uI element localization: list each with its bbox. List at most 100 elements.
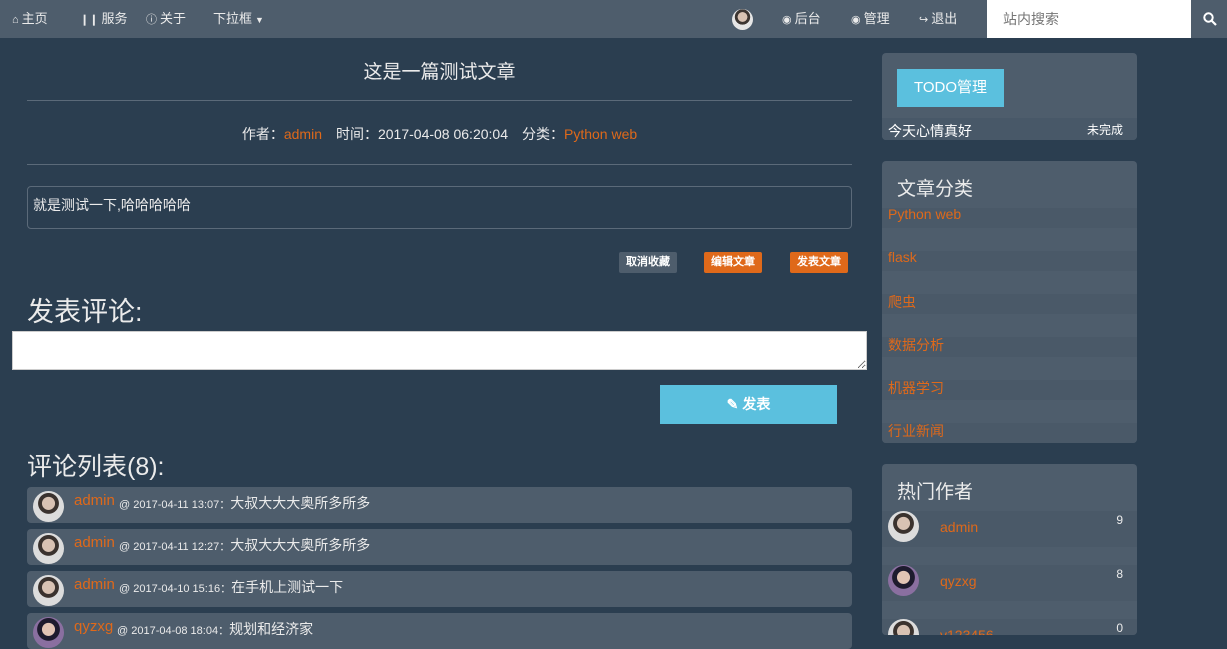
user-circle-icon: ◉ (782, 14, 792, 26)
author-post-count: 8 (1116, 567, 1123, 581)
author-post-count: 9 (1116, 513, 1123, 527)
comment-text: 大叔大大大奥所多所多 (230, 495, 371, 511)
divider (27, 100, 852, 101)
category-item-label: Python web (888, 206, 962, 222)
divider (27, 164, 852, 165)
caret-down-icon: ▼ (255, 15, 264, 25)
category-item[interactable]: 数据分析 (882, 337, 1137, 357)
todo-item[interactable]: 今天心情真好 未完成 (882, 118, 1137, 140)
comment-item: admin @ 2017-04-11 12:27：大叔大大大奥所多所多 (27, 529, 852, 565)
comment-item: admin @ 2017-04-10 15:16：在手机上测试一下 (27, 571, 852, 607)
todo-manage-button[interactable]: TODO管理 (897, 69, 1004, 107)
comment-body: @ 2017-04-10 15:16：在手机上测试一下 (119, 577, 343, 597)
article-title: 这是一篇测试文章 (363, 62, 516, 83)
category-item-label: 机器学习 (888, 380, 944, 396)
category-item-label: 爬虫 (888, 294, 916, 310)
comment-body: @ 2017-04-11 12:27：大叔大大大奥所多所多 (119, 535, 370, 555)
comment-meta: @ 2017-04-11 13:07： (119, 499, 231, 511)
hot-authors-heading: 热门作者 (897, 482, 974, 503)
category-item[interactable]: flask (882, 249, 1137, 271)
publish-article-button[interactable]: 发表文章 (790, 252, 848, 273)
category-heading: 文章分类 (897, 179, 974, 200)
comment-user[interactable]: admin (74, 576, 115, 593)
category-item-label: flask (888, 249, 917, 265)
article-content: 就是测试一下,哈哈哈哈哈 (27, 186, 852, 229)
category-item[interactable]: 爬虫 (882, 294, 1137, 314)
category-label: 分类： (521, 126, 564, 142)
author-link[interactable]: admin (284, 126, 322, 142)
comment-form-heading: 发表评论: (27, 297, 143, 327)
hot-authors-panel: 热门作者 admin 9 qyzxg 8 y123456 0 (882, 464, 1137, 635)
submit-comment-button[interactable]: ✎ 发表 (660, 385, 837, 424)
author-item[interactable]: qyzxg 8 (882, 565, 1137, 601)
user-avatar[interactable] (732, 9, 753, 30)
pencil-icon: ✎ (726, 396, 739, 412)
search-input[interactable] (987, 0, 1191, 38)
top-navbar: ⌂ 主页 ❙❙ 服务 ⓘ 关于 下拉框 ▼ ◉ 后台 ◉ 管理 ↪ 退出 (0, 0, 1227, 38)
category-item[interactable]: 机器学习 (882, 380, 1137, 400)
submit-comment-label: 发表 (742, 396, 771, 412)
comment-meta: @ 2017-04-08 18:04： (117, 625, 230, 637)
nav-logout[interactable]: ↪ 退出 (919, 0, 957, 38)
comment-meta: @ 2017-04-11 12:27： (119, 541, 231, 553)
home-icon: ⌂ (12, 14, 19, 26)
avatar (33, 533, 64, 564)
author-label: 作者： (241, 126, 284, 142)
comment-textarea[interactable] (12, 331, 867, 370)
nav-home[interactable]: ⌂ 主页 (12, 0, 48, 38)
nav-dropdown[interactable]: 下拉框 ▼ (213, 0, 267, 38)
avatar (888, 619, 919, 635)
comment-list-heading: 评论列表(8): (27, 453, 165, 481)
author-item[interactable]: admin 9 (882, 511, 1137, 547)
search-button[interactable] (1191, 0, 1227, 38)
nav-about-label: 关于 (160, 11, 187, 26)
todo-status-badge: 未完成 (1086, 123, 1123, 137)
author-post-count: 0 (1116, 621, 1123, 635)
comment-item: qyzxg @ 2017-04-08 18:04：规划和经济家 (27, 613, 852, 649)
comment-user[interactable]: admin (74, 492, 115, 509)
author-item[interactable]: y123456 0 (882, 619, 1137, 635)
category-item[interactable]: Python web (882, 206, 1137, 228)
nav-home-label: 主页 (21, 11, 48, 26)
nav-services-label: 服务 (101, 11, 128, 26)
nav-manage-label: 管理 (863, 11, 890, 26)
comment-body: @ 2017-04-08 18:04：规划和经济家 (117, 619, 313, 639)
category-item-label: 数据分析 (888, 337, 944, 353)
nav-manage[interactable]: ◉ 管理 (851, 0, 890, 38)
comment-user[interactable]: admin (74, 534, 115, 551)
comment-item: admin @ 2017-04-11 13:07：大叔大大大奥所多所多 (27, 487, 852, 523)
nav-about[interactable]: ⓘ 关于 (146, 0, 186, 38)
nav-logout-label: 退出 (931, 11, 958, 26)
nav-backend[interactable]: ◉ 后台 (782, 0, 821, 38)
comment-body: @ 2017-04-11 13:07：大叔大大大奥所多所多 (119, 493, 370, 513)
category-link[interactable]: Python web (564, 126, 637, 142)
time-label: 时间： (335, 126, 378, 142)
comment-user[interactable]: qyzxg (74, 618, 113, 635)
todo-panel: TODO管理 今天心情真好 未完成 (882, 53, 1137, 140)
category-item-label: 行业新闻 (888, 423, 944, 439)
edit-article-button[interactable]: 编辑文章 (704, 252, 762, 273)
info-icon: ⓘ (146, 14, 157, 26)
category-item[interactable]: 行业新闻 (882, 423, 1137, 443)
author-name: admin (940, 519, 979, 535)
nav-dropdown-label: 下拉框 (213, 11, 253, 26)
logout-icon: ↪ (919, 14, 929, 26)
avatar (33, 575, 64, 606)
search-icon (1203, 12, 1217, 26)
unfavorite-button[interactable]: 取消收藏 (619, 252, 677, 273)
category-panel: 文章分类 Python web flask 爬虫 数据分析 机器学习 行业新闻 (882, 161, 1137, 443)
nav-backend-label: 后台 (794, 11, 821, 26)
todo-item-text: 今天心情真好 (888, 123, 972, 139)
cutlery-icon: ❙❙ (80, 14, 99, 26)
comment-text: 大叔大大大奥所多所多 (230, 537, 371, 553)
article-meta: 作者：admin 时间：2017-04-08 06:20:04 分类：Python … (27, 124, 852, 144)
avatar (888, 565, 919, 596)
author-name: qyzxg (940, 573, 977, 589)
article-time: 2017-04-08 06:20:04 (377, 126, 508, 142)
author-name: y123456 (940, 627, 994, 635)
comment-text: 在手机上测试一下 (231, 579, 344, 595)
comment-meta: @ 2017-04-10 15:16： (119, 583, 232, 595)
avatar (33, 491, 64, 522)
nav-services[interactable]: ❙❙ 服务 (80, 0, 127, 38)
avatar (33, 617, 64, 648)
